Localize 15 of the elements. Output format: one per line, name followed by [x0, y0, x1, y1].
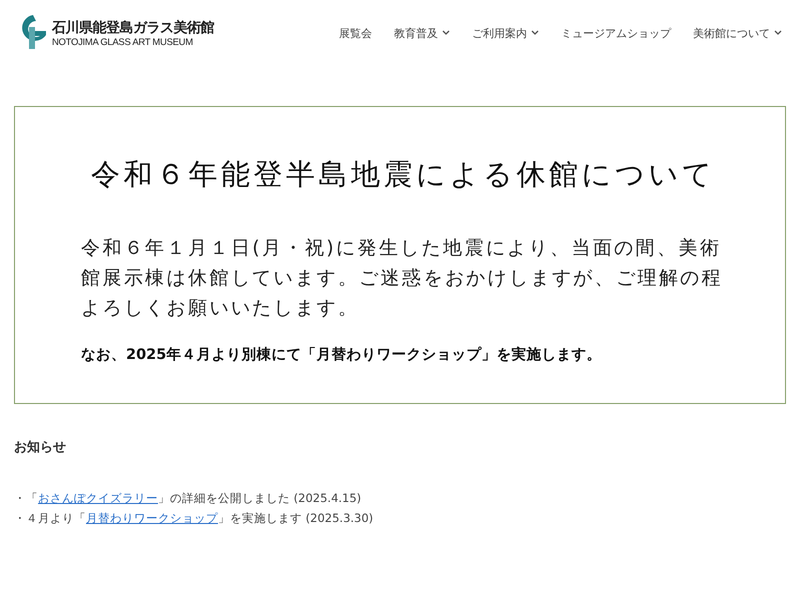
nav-link[interactable]: ミュージアムショップ — [561, 26, 671, 40]
nav-link[interactable]: 展覧会 — [339, 26, 372, 40]
news-link[interactable]: 月替わりワークショップ — [86, 511, 218, 525]
nav-link[interactable]: ご利用案内 — [472, 26, 539, 40]
notice-text: 令和６年１月１日(月・祝)に発生した地震により、当面の間、美術館展示棟は休館しています。ご迷惑をおかけしますが、ご理解の程よろしくお願いいたします。 — [81, 236, 724, 321]
news-item: ・「おさんぽクイズラリー」の詳細を公開しました (2025.4.15) — [14, 490, 362, 507]
logo-title: 石川県能登島ガラス美術館 — [52, 18, 214, 36]
notice-note: なお、2025年４月より別棟にて「月替わりワークショップ」を実施します。 — [81, 345, 602, 364]
news-link[interactable]: おさんぽクイズラリー — [38, 491, 158, 505]
news-item: ・４月より「月替わりワークショップ」を実施します (2025.3.30) — [14, 510, 374, 527]
notice-title: 令和６年能登半島地震による休館について — [90, 156, 716, 193]
news-heading: お知らせ — [14, 439, 67, 456]
logo-subtitle: NOTOJIMA GLASS ART MUSEUM — [52, 36, 194, 48]
nav-link[interactable]: 美術館について — [693, 26, 782, 40]
nav-link[interactable]: 教育普及 — [394, 26, 450, 40]
